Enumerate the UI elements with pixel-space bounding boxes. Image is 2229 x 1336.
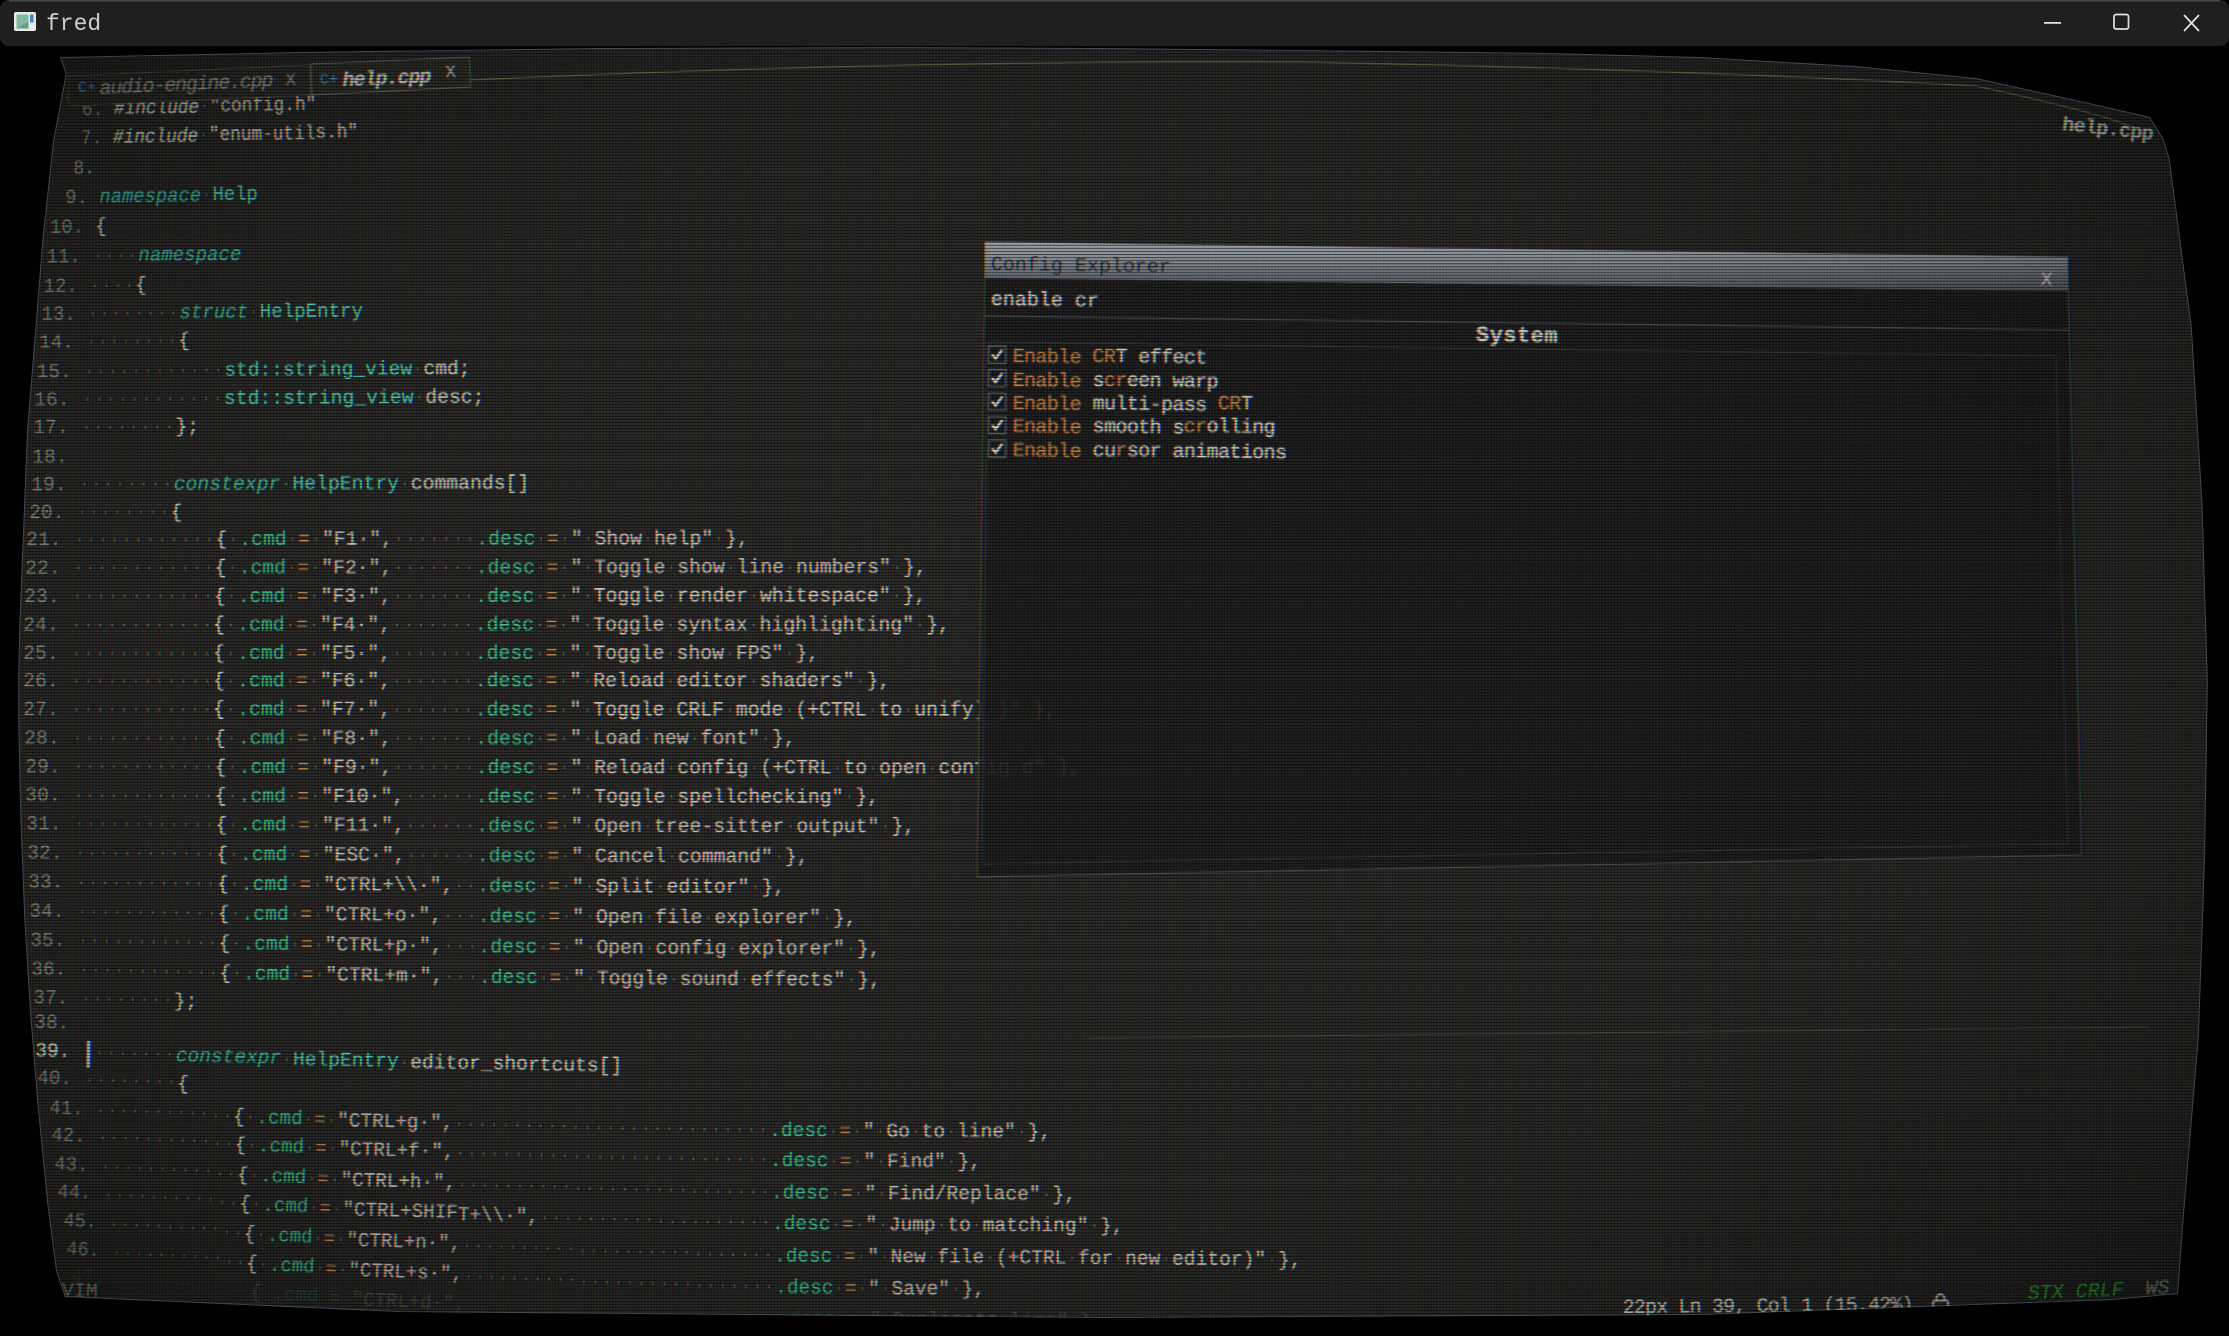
svg-text:fred: fred: [46, 11, 101, 37]
